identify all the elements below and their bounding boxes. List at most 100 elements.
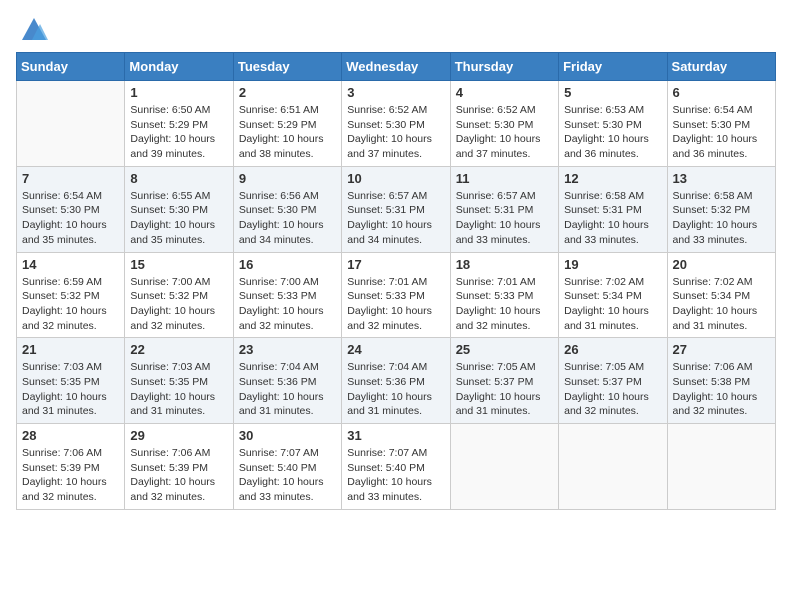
day-info: Sunrise: 7:00 AMSunset: 5:33 PMDaylight:… bbox=[239, 275, 336, 334]
calendar-day-cell: 2Sunrise: 6:51 AMSunset: 5:29 PMDaylight… bbox=[233, 81, 341, 167]
calendar-day-cell bbox=[667, 424, 775, 510]
day-info: Sunrise: 6:57 AMSunset: 5:31 PMDaylight:… bbox=[347, 189, 444, 248]
day-number: 27 bbox=[673, 342, 770, 357]
day-info: Sunrise: 6:59 AMSunset: 5:32 PMDaylight:… bbox=[22, 275, 119, 334]
weekday-header-row: SundayMondayTuesdayWednesdayThursdayFrid… bbox=[17, 53, 776, 81]
weekday-header-saturday: Saturday bbox=[667, 53, 775, 81]
day-info: Sunrise: 6:53 AMSunset: 5:30 PMDaylight:… bbox=[564, 103, 661, 162]
day-number: 29 bbox=[130, 428, 227, 443]
day-info: Sunrise: 7:05 AMSunset: 5:37 PMDaylight:… bbox=[564, 360, 661, 419]
calendar-day-cell: 30 Sunrise: 7:07 AMSunset: 5:40 PMDayligh… bbox=[233, 424, 341, 510]
calendar-day-cell: 7 Sunrise: 6:54 AMSunset: 5:30 PMDaylight… bbox=[17, 166, 125, 252]
day-number: 11 bbox=[456, 171, 553, 186]
calendar-day-cell: 27 Sunrise: 7:06 AMSunset: 5:38 PMDayligh… bbox=[667, 338, 775, 424]
day-info: Sunrise: 6:58 AMSunset: 5:32 PMDaylight:… bbox=[673, 189, 770, 248]
calendar-day-cell: 22 Sunrise: 7:03 AMSunset: 5:35 PMDayligh… bbox=[125, 338, 233, 424]
day-info: Sunrise: 6:57 AMSunset: 5:31 PMDaylight:… bbox=[456, 189, 553, 248]
day-number: 4 bbox=[456, 85, 553, 100]
weekday-header-monday: Monday bbox=[125, 53, 233, 81]
calendar-day-cell: 12 Sunrise: 6:58 AMSunset: 5:31 PMDayligh… bbox=[559, 166, 667, 252]
calendar-day-cell: 18Sunrise: 7:01 AMSunset: 5:33 PMDayligh… bbox=[450, 252, 558, 338]
day-number: 22 bbox=[130, 342, 227, 357]
day-info: Sunrise: 7:02 AMSunset: 5:34 PMDaylight:… bbox=[673, 275, 770, 334]
calendar-day-cell: 15Sunrise: 7:00 AMSunset: 5:32 PMDayligh… bbox=[125, 252, 233, 338]
calendar-day-cell: 24 Sunrise: 7:04 AMSunset: 5:36 PMDayligh… bbox=[342, 338, 450, 424]
day-number: 5 bbox=[564, 85, 661, 100]
calendar-day-cell: 31 Sunrise: 7:07 AMSunset: 5:40 PMDayligh… bbox=[342, 424, 450, 510]
weekday-header-friday: Friday bbox=[559, 53, 667, 81]
day-number: 28 bbox=[22, 428, 119, 443]
day-number: 2 bbox=[239, 85, 336, 100]
day-info: Sunrise: 6:58 AMSunset: 5:31 PMDaylight:… bbox=[564, 189, 661, 248]
day-number: 6 bbox=[673, 85, 770, 100]
day-info: Sunrise: 7:04 AMSunset: 5:36 PMDaylight:… bbox=[347, 360, 444, 419]
day-info: Sunrise: 6:54 AMSunset: 5:30 PMDaylight:… bbox=[673, 103, 770, 162]
calendar-day-cell: 28 Sunrise: 7:06 AMSunset: 5:39 PMDayligh… bbox=[17, 424, 125, 510]
day-info: Sunrise: 7:03 AMSunset: 5:35 PMDaylight:… bbox=[130, 360, 227, 419]
weekday-header-sunday: Sunday bbox=[17, 53, 125, 81]
day-number: 24 bbox=[347, 342, 444, 357]
day-info: Sunrise: 6:54 AMSunset: 5:30 PMDaylight:… bbox=[22, 189, 119, 248]
calendar-day-cell: 4 Sunrise: 6:52 AMSunset: 5:30 PMDaylight… bbox=[450, 81, 558, 167]
day-info: Sunrise: 7:06 AMSunset: 5:39 PMDaylight:… bbox=[130, 446, 227, 505]
day-info: Sunrise: 7:01 AMSunset: 5:33 PMDaylight:… bbox=[456, 275, 553, 334]
calendar-day-cell: 19 Sunrise: 7:02 AMSunset: 5:34 PMDayligh… bbox=[559, 252, 667, 338]
day-info: Sunrise: 7:04 AMSunset: 5:36 PMDaylight:… bbox=[239, 360, 336, 419]
day-number: 26 bbox=[564, 342, 661, 357]
day-info: Sunrise: 6:52 AMSunset: 5:30 PMDaylight:… bbox=[347, 103, 444, 162]
day-number: 31 bbox=[347, 428, 444, 443]
calendar-day-cell: 11 Sunrise: 6:57 AMSunset: 5:31 PMDayligh… bbox=[450, 166, 558, 252]
day-number: 3 bbox=[347, 85, 444, 100]
day-info: Sunrise: 7:05 AMSunset: 5:37 PMDaylight:… bbox=[456, 360, 553, 419]
calendar-week-row: 28 Sunrise: 7:06 AMSunset: 5:39 PMDayligh… bbox=[17, 424, 776, 510]
weekday-header-tuesday: Tuesday bbox=[233, 53, 341, 81]
day-info: Sunrise: 6:52 AMSunset: 5:30 PMDaylight:… bbox=[456, 103, 553, 162]
weekday-header-thursday: Thursday bbox=[450, 53, 558, 81]
day-number: 20 bbox=[673, 257, 770, 272]
calendar-day-cell: 13 Sunrise: 6:58 AMSunset: 5:32 PMDayligh… bbox=[667, 166, 775, 252]
logo bbox=[16, 20, 48, 44]
calendar-day-cell bbox=[17, 81, 125, 167]
calendar-day-cell bbox=[450, 424, 558, 510]
day-info: Sunrise: 7:06 AMSunset: 5:39 PMDaylight:… bbox=[22, 446, 119, 505]
calendar-day-cell: 21 Sunrise: 7:03 AMSunset: 5:35 PMDayligh… bbox=[17, 338, 125, 424]
day-number: 23 bbox=[239, 342, 336, 357]
day-info: Sunrise: 6:56 AMSunset: 5:30 PMDaylight:… bbox=[239, 189, 336, 248]
calendar-day-cell: 14Sunrise: 6:59 AMSunset: 5:32 PMDayligh… bbox=[17, 252, 125, 338]
calendar-day-cell: 20 Sunrise: 7:02 AMSunset: 5:34 PMDayligh… bbox=[667, 252, 775, 338]
calendar-day-cell: 5 Sunrise: 6:53 AMSunset: 5:30 PMDaylight… bbox=[559, 81, 667, 167]
calendar-week-row: 14Sunrise: 6:59 AMSunset: 5:32 PMDayligh… bbox=[17, 252, 776, 338]
calendar-day-cell: 26 Sunrise: 7:05 AMSunset: 5:37 PMDayligh… bbox=[559, 338, 667, 424]
day-number: 8 bbox=[130, 171, 227, 186]
day-info: Sunrise: 7:07 AMSunset: 5:40 PMDaylight:… bbox=[347, 446, 444, 505]
day-number: 30 bbox=[239, 428, 336, 443]
day-info: Sunrise: 7:02 AMSunset: 5:34 PMDaylight:… bbox=[564, 275, 661, 334]
calendar-day-cell: 17Sunrise: 7:01 AMSunset: 5:33 PMDayligh… bbox=[342, 252, 450, 338]
calendar-day-cell: 10Sunrise: 6:57 AMSunset: 5:31 PMDayligh… bbox=[342, 166, 450, 252]
day-info: Sunrise: 7:01 AMSunset: 5:33 PMDaylight:… bbox=[347, 275, 444, 334]
logo-icon bbox=[20, 16, 48, 44]
day-number: 1 bbox=[130, 85, 227, 100]
day-number: 15 bbox=[130, 257, 227, 272]
calendar-table: SundayMondayTuesdayWednesdayThursdayFrid… bbox=[16, 52, 776, 510]
day-number: 12 bbox=[564, 171, 661, 186]
day-number: 7 bbox=[22, 171, 119, 186]
calendar-week-row: 21 Sunrise: 7:03 AMSunset: 5:35 PMDayligh… bbox=[17, 338, 776, 424]
calendar-day-cell: 16Sunrise: 7:00 AMSunset: 5:33 PMDayligh… bbox=[233, 252, 341, 338]
day-info: Sunrise: 7:07 AMSunset: 5:40 PMDaylight:… bbox=[239, 446, 336, 505]
day-info: Sunrise: 7:06 AMSunset: 5:38 PMDaylight:… bbox=[673, 360, 770, 419]
day-number: 13 bbox=[673, 171, 770, 186]
calendar-day-cell: 29 Sunrise: 7:06 AMSunset: 5:39 PMDayligh… bbox=[125, 424, 233, 510]
calendar-day-cell: 9Sunrise: 6:56 AMSunset: 5:30 PMDaylight… bbox=[233, 166, 341, 252]
calendar-day-cell: 1 Sunrise: 6:50 AMSunset: 5:29 PMDaylight… bbox=[125, 81, 233, 167]
day-info: Sunrise: 6:50 AMSunset: 5:29 PMDaylight:… bbox=[130, 103, 227, 162]
day-number: 21 bbox=[22, 342, 119, 357]
calendar-week-row: 7 Sunrise: 6:54 AMSunset: 5:30 PMDaylight… bbox=[17, 166, 776, 252]
day-number: 19 bbox=[564, 257, 661, 272]
day-info: Sunrise: 7:03 AMSunset: 5:35 PMDaylight:… bbox=[22, 360, 119, 419]
calendar-day-cell: 8 Sunrise: 6:55 AMSunset: 5:30 PMDaylight… bbox=[125, 166, 233, 252]
calendar-week-row: 1 Sunrise: 6:50 AMSunset: 5:29 PMDaylight… bbox=[17, 81, 776, 167]
day-info: Sunrise: 6:55 AMSunset: 5:30 PMDaylight:… bbox=[130, 189, 227, 248]
weekday-header-wednesday: Wednesday bbox=[342, 53, 450, 81]
calendar-day-cell: 23 Sunrise: 7:04 AMSunset: 5:36 PMDayligh… bbox=[233, 338, 341, 424]
